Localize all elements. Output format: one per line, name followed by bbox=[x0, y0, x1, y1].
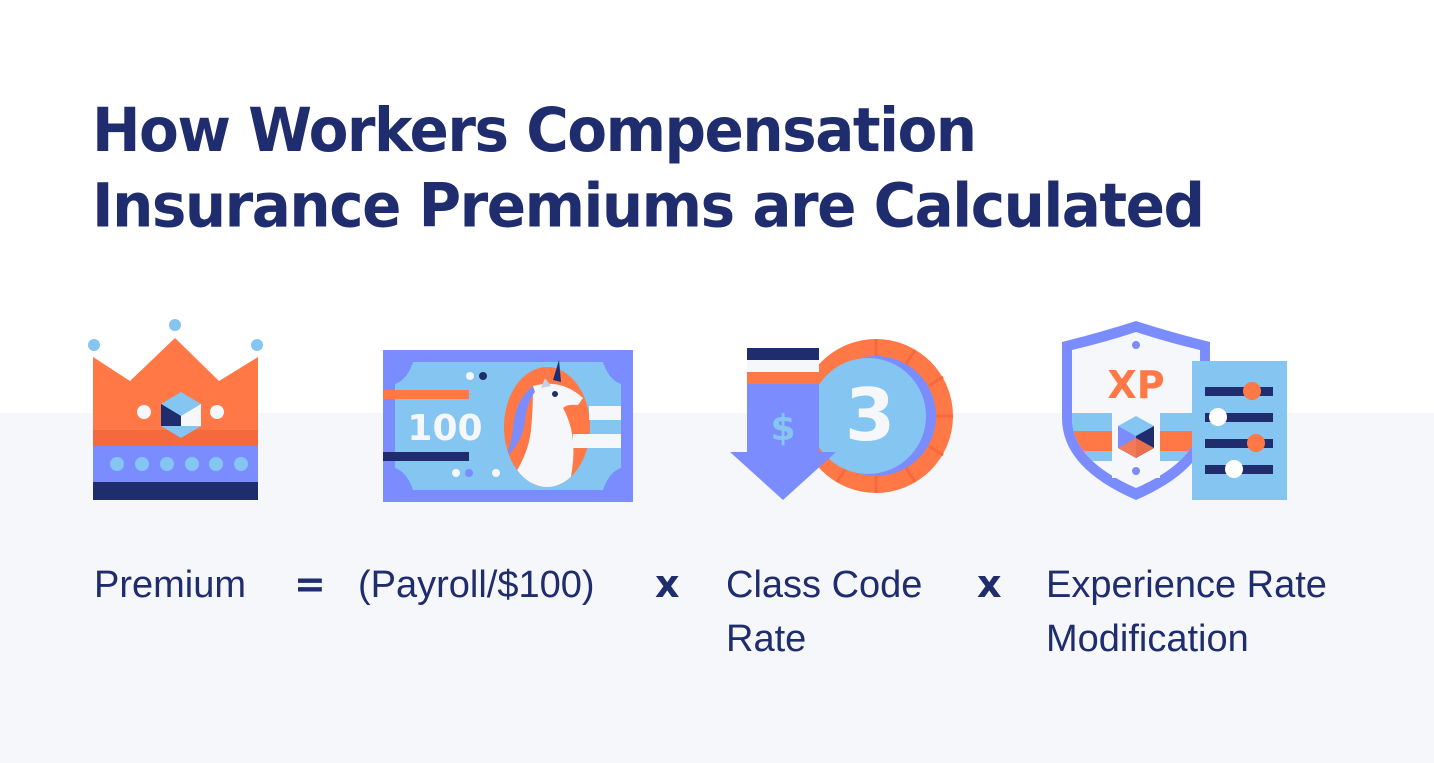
formula-premium: Premium bbox=[94, 564, 247, 606]
xp-shield-settings-icon: XP bbox=[1062, 321, 1287, 500]
formula-payroll: (Payroll/$100) bbox=[358, 564, 595, 606]
title-line-2: Insurance Premiums are Calculated bbox=[92, 169, 1205, 242]
formula-experience-mod: Experience Rate Modification bbox=[1046, 564, 1327, 660]
equals-operator: = bbox=[294, 562, 326, 606]
formula-class-code-rate: Class Code Rate bbox=[726, 564, 923, 660]
page-title: How Workers Compensation Insurance Premi… bbox=[92, 92, 1205, 243]
xp-label: XP bbox=[1107, 363, 1164, 407]
coin-value: 3 bbox=[845, 373, 895, 457]
banknote-value: 100 bbox=[407, 408, 482, 449]
multiply-operator-2: x bbox=[977, 562, 1002, 606]
banknote-icon: 100 bbox=[383, 350, 633, 502]
crown-icon bbox=[88, 319, 263, 500]
dollar-sign: $ bbox=[770, 408, 795, 449]
title-line-1: How Workers Compensation bbox=[92, 94, 977, 166]
multiply-operator-1: x bbox=[655, 562, 680, 606]
coin-price-drop-icon: 3 $ bbox=[730, 339, 953, 500]
